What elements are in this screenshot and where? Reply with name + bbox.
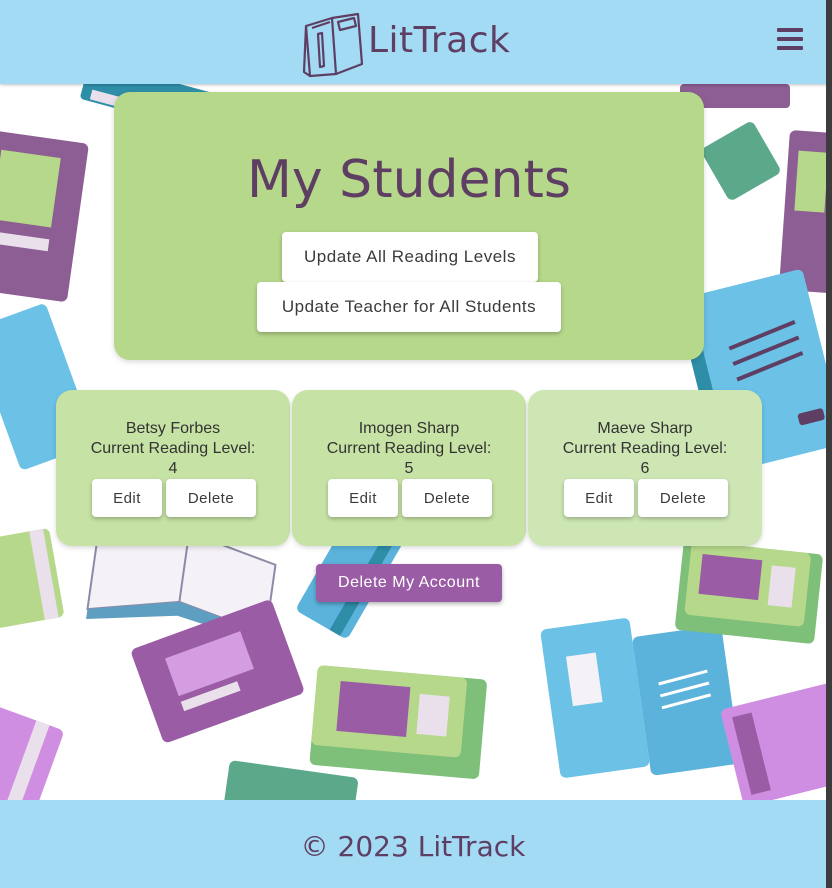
hamburger-menu-icon[interactable] bbox=[777, 28, 805, 56]
hero-panel: My Students Update All Reading Levels Up… bbox=[114, 92, 704, 360]
student-card: Maeve Sharp Current Reading Level: 6 Edi… bbox=[528, 390, 762, 546]
reading-level-value: 5 bbox=[404, 460, 414, 477]
student-name: Betsy Forbes bbox=[125, 420, 221, 437]
site-header: LitTrack bbox=[0, 0, 832, 84]
student-card: Imogen Sharp Current Reading Level: 5 Ed… bbox=[292, 390, 526, 546]
brand-name[interactable]: LitTrack bbox=[368, 20, 510, 61]
student-card: Betsy Forbes Current Reading Level: 4 Ed… bbox=[56, 390, 290, 546]
update-all-reading-levels-button[interactable]: Update All Reading Levels bbox=[282, 232, 538, 282]
edit-student-button[interactable]: Edit bbox=[564, 479, 634, 517]
reading-level-label: Current Reading Level: bbox=[562, 440, 728, 457]
student-name: Imogen Sharp bbox=[358, 420, 460, 437]
reading-level-label: Current Reading Level: bbox=[326, 440, 492, 457]
delete-student-button[interactable]: Delete bbox=[402, 479, 492, 517]
reading-level-value: 4 bbox=[168, 460, 178, 477]
book-logo-icon[interactable] bbox=[302, 12, 366, 78]
page-title: My Students bbox=[247, 150, 571, 210]
edit-student-button[interactable]: Edit bbox=[328, 479, 398, 517]
site-footer: © 2023 LitTrack bbox=[0, 800, 826, 888]
delete-student-button[interactable]: Delete bbox=[166, 479, 256, 517]
delete-student-button[interactable]: Delete bbox=[638, 479, 728, 517]
delete-my-account-button[interactable]: Delete My Account bbox=[316, 564, 502, 602]
reading-level-value: 6 bbox=[640, 460, 650, 477]
scrollbar[interactable] bbox=[826, 0, 832, 888]
reading-level-label: Current Reading Level: bbox=[90, 440, 256, 457]
footer-copyright: © 2023 LitTrack bbox=[300, 830, 526, 863]
update-teacher-for-all-students-button[interactable]: Update Teacher for All Students bbox=[257, 282, 561, 332]
edit-student-button[interactable]: Edit bbox=[92, 479, 162, 517]
student-name: Maeve Sharp bbox=[597, 420, 693, 437]
